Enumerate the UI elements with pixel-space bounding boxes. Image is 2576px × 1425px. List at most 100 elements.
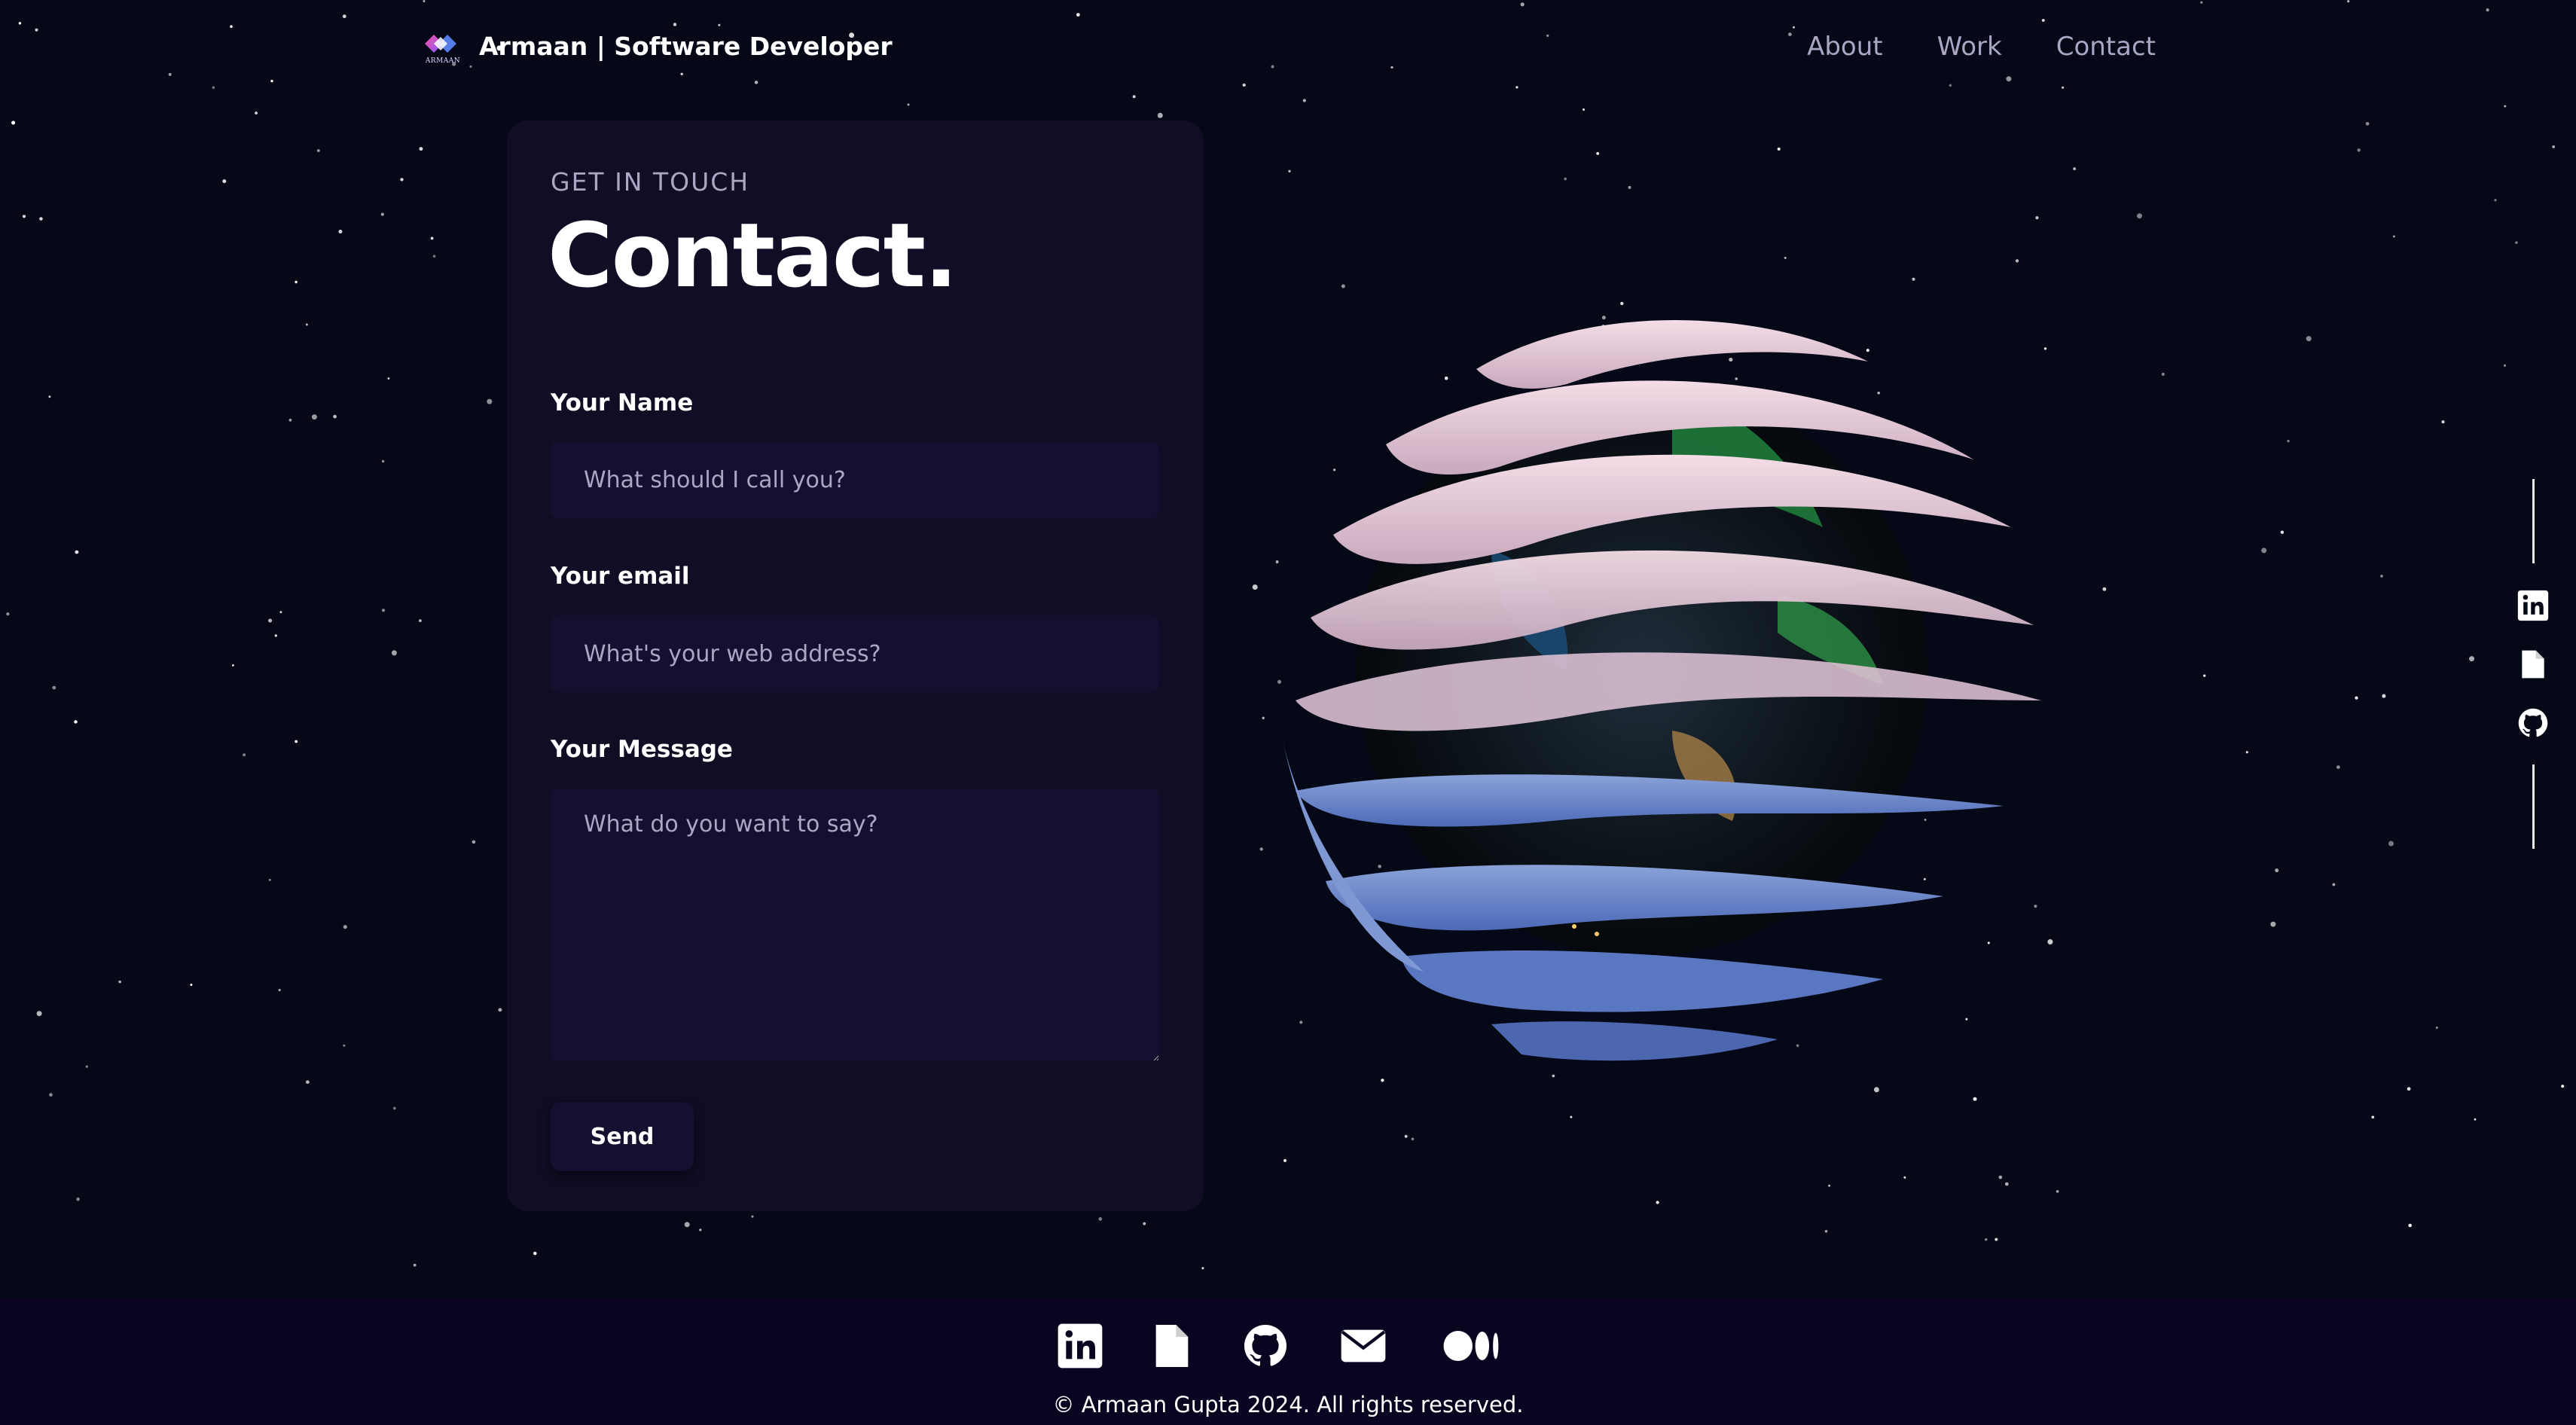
star [381, 459, 385, 463]
star [2392, 235, 2395, 238]
star [2073, 167, 2077, 171]
brand-title[interactable]: Armaan | Software Developer [479, 32, 893, 61]
star [2015, 259, 2019, 263]
rail-divider-bottom [2532, 764, 2535, 849]
star [2365, 121, 2370, 126]
star [1903, 1176, 1906, 1179]
star [392, 1106, 396, 1110]
star [22, 215, 26, 218]
footer-github-icon[interactable] [1241, 1322, 1290, 1370]
star [2270, 921, 2276, 927]
star [2336, 765, 2340, 769]
name-label: Your Name [551, 389, 694, 417]
star [2004, 1182, 2009, 1186]
star [190, 983, 193, 987]
star [2280, 530, 2285, 534]
star [419, 619, 422, 622]
star [338, 229, 343, 234]
star [1302, 99, 1306, 102]
star [684, 1222, 690, 1228]
section-subtitle: GET IN TOUCH [551, 167, 750, 197]
star [2382, 694, 2386, 698]
star [472, 840, 476, 844]
star [2056, 1190, 2059, 1193]
star [2515, 241, 2518, 244]
star [279, 611, 282, 614]
star [295, 740, 298, 743]
message-textarea[interactable] [551, 789, 1159, 1061]
star [305, 323, 308, 326]
star [232, 664, 234, 667]
star [36, 1011, 42, 1017]
star [1157, 112, 1163, 118]
star [333, 414, 337, 419]
star [1411, 1137, 1415, 1141]
footer-medium-icon[interactable] [1442, 1322, 1503, 1370]
send-button[interactable]: Send [551, 1102, 694, 1171]
star [2503, 364, 2507, 367]
message-label: Your Message [551, 736, 733, 763]
star [278, 989, 281, 992]
logo-mark-icon [425, 35, 456, 53]
star [699, 1228, 702, 1231]
star [48, 395, 51, 398]
star [2357, 148, 2361, 152]
star [2355, 696, 2358, 700]
logo[interactable]: ARMAAN [420, 30, 465, 68]
star [118, 980, 121, 984]
star [400, 178, 404, 182]
earth-3d-model[interactable] [1250, 279, 2079, 1077]
star [2275, 868, 2279, 873]
star [11, 121, 16, 125]
star [1784, 256, 1787, 259]
star [2161, 372, 2165, 376]
star [2306, 336, 2312, 342]
footer-document-icon[interactable] [1148, 1322, 1196, 1370]
star [1828, 1184, 1831, 1187]
star [268, 618, 273, 623]
star [2245, 751, 2248, 754]
linkedin-icon[interactable] [2516, 589, 2550, 622]
star [2441, 420, 2445, 424]
star [1288, 169, 1291, 172]
star [2504, 105, 2507, 108]
star [1596, 151, 1600, 155]
star [1381, 1079, 1384, 1082]
star [380, 212, 384, 216]
star [1582, 108, 1586, 111]
star [2380, 574, 2383, 578]
nav-link-contact[interactable]: Contact [2056, 32, 2156, 62]
star [2035, 216, 2039, 220]
github-icon[interactable] [2516, 706, 2550, 740]
star [1873, 1087, 1879, 1093]
star [2371, 1115, 2375, 1119]
star [74, 720, 78, 724]
star [2407, 1087, 2411, 1091]
star [306, 1080, 310, 1085]
star [533, 1251, 537, 1256]
star [243, 753, 246, 757]
star [1564, 177, 1567, 181]
logo-text: ARMAAN [425, 57, 461, 65]
star [2287, 439, 2290, 443]
star [1628, 185, 1631, 189]
star [413, 1263, 417, 1267]
star [1777, 147, 1781, 151]
star [343, 925, 347, 929]
star [1283, 1158, 1286, 1162]
footer-mail-icon[interactable] [1339, 1322, 1387, 1370]
nav-links: About Work Contact [1807, 32, 2156, 62]
footer-linkedin-icon[interactable] [1056, 1322, 1104, 1370]
document-icon[interactable] [2516, 648, 2550, 681]
navbar: ARMAAN Armaan | Software Developer About… [0, 0, 2576, 99]
star [391, 650, 397, 656]
star [1570, 1115, 1573, 1118]
star [432, 255, 436, 258]
nav-link-work[interactable]: Work [1937, 32, 2002, 62]
star [311, 414, 317, 420]
email-input[interactable] [551, 615, 1159, 692]
star [2332, 883, 2336, 886]
name-input[interactable] [551, 441, 1159, 518]
nav-link-about[interactable]: About [1807, 32, 1883, 62]
rail-divider-top [2532, 479, 2535, 563]
